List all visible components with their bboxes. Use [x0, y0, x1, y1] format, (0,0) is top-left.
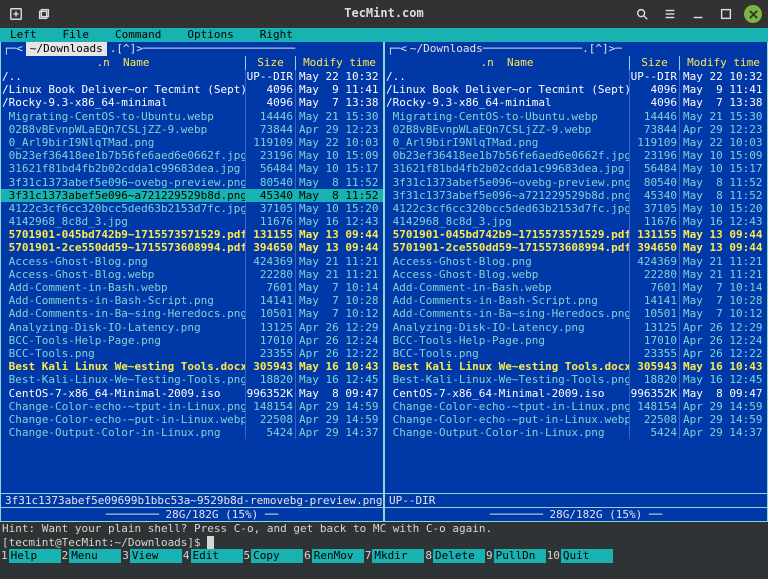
file-row[interactable]: 02B8vBEvnpWLaEQn7CSLjZZ-9.webp73844Apr 2…	[385, 123, 767, 136]
file-row[interactable]: 4122c3cf6cc320bcc5ded63b2153d7fc.jpg3710…	[385, 202, 767, 215]
left-panel: ┌─< ~/Downloads .[^]>───────────────────…	[0, 42, 384, 522]
fkey-quit[interactable]: 10Quit	[546, 549, 613, 563]
file-row[interactable]: Access-Ghost-Blog.webp22280May 21 11:21	[385, 268, 767, 281]
file-row[interactable]: Add-Comments-in-Ba~sing-Heredocs.png1050…	[1, 307, 383, 320]
fkey-copy[interactable]: 5Copy	[243, 549, 304, 563]
right-panel-footer: UP--DIR	[385, 493, 767, 507]
file-row[interactable]: CentOS-7-x86_64-Minimal-2009.iso996352KM…	[385, 387, 767, 400]
file-row[interactable]: /..UP--DIRMay 22 10:32	[385, 70, 767, 83]
file-row[interactable]: 4142968_8c8d_3.jpg11676May 16 12:43	[385, 215, 767, 228]
file-row[interactable]: /Rocky-9.3-x86_64-minimal4096May 7 13:38	[1, 96, 383, 109]
file-row[interactable]: Add-Comments-in-Bash-Script.png14141May …	[385, 294, 767, 307]
file-row[interactable]: Change-Color-echo-~put-in-Linux.webp2250…	[1, 413, 383, 426]
file-row[interactable]: Analyzing-Disk-IO-Latency.png13125Apr 26…	[385, 321, 767, 334]
file-row[interactable]: BCC-Tools.png23355Apr 26 12:22	[1, 347, 383, 360]
file-row[interactable]: Change-Output-Color-in-Linux.png5424Apr …	[385, 426, 767, 439]
mc-menu-bar: Left File Command Options Right	[0, 28, 768, 42]
fkey-view[interactable]: 3View	[121, 549, 182, 563]
file-row[interactable]: 3f31c1373abef5e096~ovebg-preview.png8054…	[385, 176, 767, 189]
file-row[interactable]: BCC-Tools-Help-Page.png17010Apr 26 12:24	[385, 334, 767, 347]
fkey-pulldn[interactable]: 9PullDn	[485, 549, 546, 563]
fkey-help[interactable]: 1Help	[0, 549, 61, 563]
new-tab-button[interactable]	[6, 4, 26, 24]
maximize-button[interactable]	[716, 4, 736, 24]
menu-left[interactable]: Left	[10, 28, 37, 41]
menu-command[interactable]: Command	[115, 28, 161, 41]
fkey-mkdir[interactable]: 7Mkdir	[364, 549, 425, 563]
close-button[interactable]	[744, 5, 762, 23]
file-row[interactable]: Best-Kali-Linux-We~Testing-Tools.png1882…	[1, 373, 383, 386]
file-row[interactable]: Best Kali Linux We~esting Tools.docx3059…	[385, 360, 767, 373]
file-row[interactable]: Change-Color-echo-~tput-in-Linux.png1481…	[385, 400, 767, 413]
file-row[interactable]: Analyzing-Disk-IO-Latency.png13125Apr 26…	[1, 321, 383, 334]
file-row[interactable]: Add-Comments-in-Ba~sing-Heredocs.png1050…	[385, 307, 767, 320]
file-row[interactable]: 31621f81bd4fb2b02cdda1c99683dea.jpg56484…	[385, 162, 767, 175]
function-key-bar: 1Help 2Menu 3View 4Edit 5Copy 6RenMov 7M…	[0, 549, 768, 563]
hint-line: Hint: Want your plain shell? Press C-o, …	[0, 522, 768, 536]
file-row[interactable]: 02B8vBEvnpWLaEQn7CSLjZZ-9.webp73844Apr 2…	[1, 123, 383, 136]
file-row[interactable]: Access-Ghost-Blog.webp22280May 21 11:21	[1, 268, 383, 281]
file-row[interactable]: 5701901-045bd742b9~1715573571529.pdf1311…	[385, 228, 767, 241]
shell-prompt[interactable]: [tecmint@TecMint:~/Downloads]$	[0, 536, 768, 550]
window-titlebar: TecMint.com	[0, 0, 768, 28]
left-column-header: .n Name Size Modify time	[1, 56, 383, 70]
file-row[interactable]: 4142968_8c8d_3.jpg11676May 16 12:43	[1, 215, 383, 228]
file-row[interactable]: /Linux Book Deliver~or Tecmint (Sept)409…	[385, 83, 767, 96]
right-file-list[interactable]: /..UP--DIRMay 22 10:32/Linux Book Delive…	[385, 70, 767, 493]
file-row[interactable]: Best-Kali-Linux-We~Testing-Tools.png1882…	[385, 373, 767, 386]
fkey-delete[interactable]: 8Delete	[424, 549, 485, 563]
file-row[interactable]: BCC-Tools-Help-Page.png17010Apr 26 12:24	[1, 334, 383, 347]
file-row[interactable]: /Linux Book Deliver~or Tecmint (Sept)409…	[1, 83, 383, 96]
mc-panels: ┌─< ~/Downloads .[^]>───────────────────…	[0, 42, 768, 522]
file-row[interactable]: Change-Output-Color-in-Linux.png5424Apr …	[1, 426, 383, 439]
file-row[interactable]: 3f31c1373abef5e096~ovebg-preview.png8054…	[1, 176, 383, 189]
menu-options[interactable]: Options	[187, 28, 233, 41]
left-panel-path[interactable]: ┌─< ~/Downloads .[^]>───────────────────…	[1, 42, 383, 56]
file-row[interactable]: BCC-Tools.png23355Apr 26 12:22	[385, 347, 767, 360]
file-row[interactable]: 0b23ef36418ee1b7b56fe6aed6e0662f.jpg2319…	[385, 149, 767, 162]
file-row[interactable]: 0_Arl9birI9NlqTMad.png119109May 22 10:03	[1, 136, 383, 149]
file-row[interactable]: Change-Color-echo-~tput-in-Linux.png1481…	[1, 400, 383, 413]
file-row[interactable]: Access-Ghost-Blog.png424369May 21 11:21	[1, 255, 383, 268]
file-row[interactable]: 5701901-2ce550dd59~1715573608994.pdf3946…	[385, 241, 767, 254]
right-disk-usage: ──────── 28G/182G (15%) ──	[385, 507, 767, 521]
right-column-header: .n Name Size Modify time	[385, 56, 767, 70]
file-row[interactable]: /..UP--DIRMay 22 10:32	[1, 70, 383, 83]
file-row[interactable]: 4122c3cf6cc320bcc5ded63b2153d7fc.jpg3710…	[1, 202, 383, 215]
file-row[interactable]: CentOS-7-x86_64-Minimal-2009.iso996352KM…	[1, 387, 383, 400]
file-row[interactable]: Best Kali Linux We~esting Tools.docx3059…	[1, 360, 383, 373]
left-disk-usage: ──────── 28G/182G (15%) ──	[1, 507, 383, 521]
right-panel: ┌─< ~/Downloads ───────────────.[^]>─ .n…	[384, 42, 768, 522]
file-row[interactable]: Add-Comment-in-Bash.webp7601May 7 10:14	[385, 281, 767, 294]
file-row[interactable]: 5701901-2ce550dd59~1715573608994.pdf3946…	[1, 241, 383, 254]
menu-button[interactable]	[660, 4, 680, 24]
file-row[interactable]: /Rocky-9.3-x86_64-minimal4096May 7 13:38	[385, 96, 767, 109]
file-row[interactable]: Migrating-CentOS-to-Ubuntu.webp14446May …	[385, 110, 767, 123]
file-row[interactable]: 0b23ef36418ee1b7b56fe6aed6e0662f.jpg2319…	[1, 149, 383, 162]
fkey-renmov[interactable]: 6RenMov	[303, 549, 364, 563]
file-row[interactable]: 5701901-045bd742b9~1715573571529.pdf1311…	[1, 228, 383, 241]
file-row[interactable]: Migrating-CentOS-to-Ubuntu.webp14446May …	[1, 110, 383, 123]
file-row[interactable]: 0_Arl9birI9NlqTMad.png119109May 22 10:03	[385, 136, 767, 149]
left-panel-footer: 3f31c1373abef5e09699b1bbc53a~9529b8d-rem…	[1, 493, 383, 507]
search-button[interactable]	[632, 4, 652, 24]
right-panel-path[interactable]: ┌─< ~/Downloads ───────────────.[^]>─	[385, 42, 767, 56]
file-row[interactable]: Add-Comments-in-Bash-Script.png14141May …	[1, 294, 383, 307]
file-row[interactable]: 3f31c1373abef5e096~a721229529b8d.png4534…	[1, 189, 383, 202]
file-row[interactable]: 3f31c1373abef5e096~a721229529b8d.png4534…	[385, 189, 767, 202]
fkey-edit[interactable]: 4Edit	[182, 549, 243, 563]
tabs-button[interactable]	[34, 4, 54, 24]
left-file-list[interactable]: /..UP--DIRMay 22 10:32/Linux Book Delive…	[1, 70, 383, 493]
file-row[interactable]: Access-Ghost-Blog.png424369May 21 11:21	[385, 255, 767, 268]
file-row[interactable]: Change-Color-echo-~put-in-Linux.webp2250…	[385, 413, 767, 426]
minimize-button[interactable]	[688, 4, 708, 24]
file-row[interactable]: Add-Comment-in-Bash.webp7601May 7 10:14	[1, 281, 383, 294]
menu-right[interactable]: Right	[260, 28, 293, 41]
file-row[interactable]: 31621f81bd4fb2b02cdda1c99683dea.jpg56484…	[1, 162, 383, 175]
menu-file[interactable]: File	[63, 28, 90, 41]
fkey-menu[interactable]: 2Menu	[61, 549, 122, 563]
